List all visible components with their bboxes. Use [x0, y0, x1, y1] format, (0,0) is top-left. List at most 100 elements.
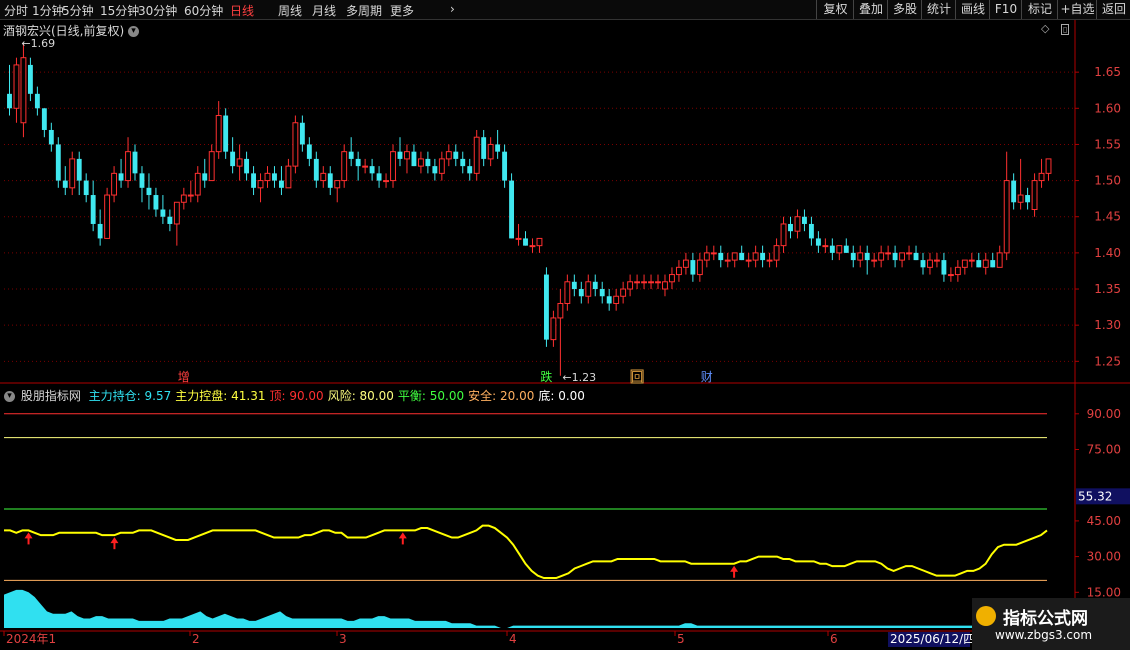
chart-canvas[interactable]: 1.65 1.60 1.55 1.50 1.45 1.40 1.35 1.30 1.25 90.… — [0, 0, 1130, 650]
candle-body — [90, 195, 96, 224]
candle-body — [892, 252, 898, 261]
candle-body — [990, 260, 996, 268]
candle-body — [557, 302, 564, 319]
candle-body — [187, 194, 194, 197]
candle-body — [362, 165, 369, 168]
candle-body — [850, 252, 856, 261]
candle-body — [272, 173, 277, 181]
candle-body — [780, 223, 787, 247]
toolbar-button-6[interactable]: 标记 — [1021, 0, 1058, 19]
candle-body — [906, 252, 912, 255]
toolbar-button-3[interactable]: 统计 — [921, 0, 956, 19]
candle-body — [857, 252, 864, 261]
candle-body — [829, 245, 835, 253]
period-tab-4[interactable]: 30分钟 — [138, 2, 177, 19]
chevron-down-icon[interactable]: ▾ — [128, 26, 140, 37]
candle-body — [264, 172, 271, 182]
date-label: 6 — [830, 632, 838, 646]
candle-body — [627, 281, 634, 290]
stock-title: 酒钢宏兴(日线,前复权) — [3, 24, 125, 38]
candle-body — [20, 57, 27, 124]
indicator-reference-lines — [4, 413, 1047, 581]
candle-body — [118, 173, 124, 181]
period-tab-3[interactable]: 15分钟 — [100, 2, 139, 19]
indicator-value-0: 主力持仓: 9.57 — [88, 389, 172, 403]
candle-body — [968, 259, 975, 262]
period-tab-5[interactable]: 60分钟 — [184, 2, 223, 19]
stock-title-bar[interactable]: 酒钢宏兴(日线,前复权) ▾ — [3, 22, 140, 39]
toolbar-button-2[interactable]: 多股 — [887, 0, 922, 19]
candle-body — [739, 252, 745, 261]
period-tab-0[interactable]: 分时 — [4, 2, 28, 19]
indicator-value-4: 平衡: 50.00 — [397, 389, 465, 403]
candle-body — [509, 180, 515, 239]
candle-body — [878, 252, 885, 261]
candle-body — [745, 259, 752, 262]
candle-body — [279, 180, 284, 188]
date-label: 4 — [509, 632, 517, 646]
candle-body — [620, 288, 627, 297]
candle-body — [390, 151, 396, 182]
toolbar-button-4[interactable]: 画线 — [955, 0, 990, 19]
period-tab-8[interactable]: 月线 — [312, 2, 336, 19]
indicator-name[interactable]: 股朋指标网 — [21, 389, 81, 403]
period-tab-1[interactable]: 1分钟 — [32, 2, 64, 19]
candle-body — [1031, 180, 1038, 210]
toolbar-button-7[interactable]: +自选 — [1057, 0, 1097, 19]
event-badges: 增跌回财 — [178, 369, 713, 384]
candle-body — [606, 296, 612, 304]
diamond-icon[interactable]: ◇ — [1041, 22, 1049, 35]
candle-body — [257, 180, 264, 189]
arrow-up-head — [110, 537, 119, 544]
indicator-dropdown-icon[interactable]: ▾ — [4, 391, 15, 402]
candle-body — [292, 122, 299, 167]
candle-body — [397, 151, 403, 159]
candle-body — [920, 260, 926, 268]
candle-body — [194, 172, 201, 196]
candle-body — [655, 281, 661, 284]
event-badge-1: 跌 — [540, 369, 552, 384]
period-tab-9[interactable]: 多周期 — [346, 2, 382, 19]
candle-body — [843, 245, 849, 253]
high-price-marker: ←1.69 — [21, 37, 55, 50]
candle-body — [251, 173, 256, 188]
candle-body — [369, 166, 375, 174]
date-label: 2 — [192, 632, 200, 646]
candle-body — [760, 252, 766, 261]
candle-body — [634, 281, 641, 284]
candle-body — [208, 151, 215, 182]
candle-body — [180, 194, 187, 203]
event-badge-3: 财 — [701, 370, 713, 384]
toolbar-button-8[interactable]: 返回 — [1096, 0, 1130, 19]
candle-body — [27, 64, 33, 94]
candle-body — [236, 158, 243, 167]
low-price-marker: ←1.23 — [562, 371, 596, 384]
period-tab-7[interactable]: 周线 — [278, 2, 302, 19]
period-tab-2[interactable]: 5分钟 — [62, 2, 94, 19]
candle-body — [523, 238, 528, 246]
toolbar-button-5[interactable]: F10 — [989, 0, 1022, 19]
indicator-value-5: 安全: 20.00 — [468, 389, 535, 403]
candle-body — [752, 252, 759, 261]
chevron-right-icon[interactable]: › — [450, 2, 455, 16]
toolbar-button-0[interactable]: 复权 — [816, 0, 854, 19]
arrow-up-head — [730, 565, 739, 572]
candle-body — [215, 115, 222, 153]
candle-body — [453, 151, 459, 159]
arrow-up-icon — [24, 532, 33, 545]
period-tab-10[interactable]: 更多 — [390, 2, 414, 19]
candle-body — [230, 151, 236, 167]
candle-body — [432, 166, 438, 174]
candle-body — [815, 238, 821, 246]
candle-body — [404, 151, 410, 160]
date-label: 3 — [339, 632, 347, 646]
cursor-date-label: 2025/06/12/四 — [890, 632, 975, 646]
price-tick-label: 1.55 — [1094, 137, 1121, 151]
event-badge-label: 财 — [701, 370, 713, 384]
panel-toggle-icon[interactable]: ▯ — [1060, 24, 1070, 35]
candle-body — [111, 172, 118, 196]
candle-body — [487, 143, 494, 160]
event-badge-2: 回 — [630, 369, 644, 384]
toolbar-button-1[interactable]: 叠加 — [853, 0, 888, 19]
period-tab-6[interactable]: 日线 — [230, 2, 254, 19]
